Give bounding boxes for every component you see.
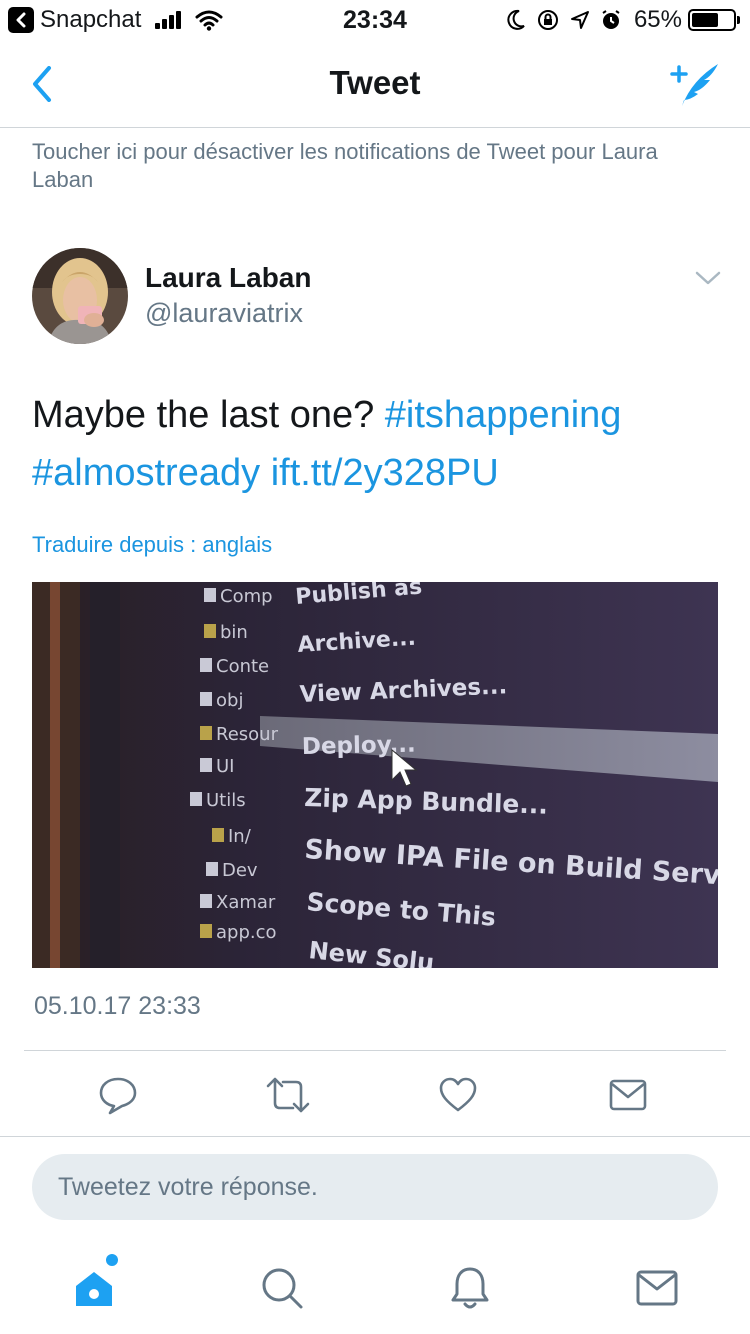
ide-folder-icon xyxy=(200,692,212,706)
direct-message-icon[interactable] xyxy=(603,1070,653,1120)
ide-folder-icon xyxy=(200,894,212,908)
home-icon[interactable] xyxy=(64,1254,124,1318)
notifications-icon[interactable] xyxy=(440,1258,500,1318)
retweet-icon[interactable] xyxy=(263,1070,313,1120)
ide-sidebar-item: app.co xyxy=(216,922,277,943)
avatar[interactable] xyxy=(32,248,128,344)
ide-sidebar-item: Utils xyxy=(206,790,246,811)
nav-bar: Tweet xyxy=(0,40,750,128)
ide-sidebar-item: obj xyxy=(216,690,243,711)
ide-sidebar-item: Conte xyxy=(216,656,269,677)
page-title: Tweet xyxy=(329,64,421,101)
messages-icon[interactable] xyxy=(627,1258,687,1318)
rotation-lock-icon xyxy=(537,10,558,30)
ide-sidebar-item: UI xyxy=(216,756,234,777)
moon-icon xyxy=(507,9,525,30)
ide-folder-icon xyxy=(206,862,218,876)
url-link[interactable]: ift.tt/2y328PU xyxy=(271,452,499,494)
tweet-author: Laura Laban @lauraviatrix xyxy=(32,248,722,344)
chevron-down-icon[interactable] xyxy=(694,268,722,288)
reply-input[interactable]: Tweetez votre réponse. xyxy=(32,1154,718,1220)
like-icon[interactable] xyxy=(433,1070,483,1120)
ide-folder-icon xyxy=(204,588,216,602)
ide-folder-icon xyxy=(200,924,212,938)
ide-folder-icon xyxy=(200,726,212,740)
ide-sidebar-item: Xamar xyxy=(216,892,276,913)
reply-icon[interactable] xyxy=(93,1070,143,1120)
translate-link[interactable]: Traduire depuis : anglais xyxy=(32,532,272,558)
reply-placeholder: Tweetez votre réponse. xyxy=(58,1173,318,1201)
tab-bar xyxy=(0,1240,750,1334)
ide-folder-icon xyxy=(200,658,212,672)
status-bar: Snapchat 23:34 65% xyxy=(0,0,750,40)
search-icon[interactable] xyxy=(252,1258,312,1318)
tweet-timestamp: 05.10.17 23:33 xyxy=(34,992,201,1020)
ide-sidebar-item: Dev xyxy=(222,860,258,881)
tweet-actions xyxy=(0,1070,750,1120)
unread-dot xyxy=(106,1254,118,1266)
ide-folder-icon xyxy=(204,624,216,638)
ide-sidebar-item: Comp xyxy=(220,586,273,607)
tweet-detail-screen: Snapchat 23:34 65% Tweet Toucher ici pou… xyxy=(0,0,750,1334)
author-handle[interactable]: @lauraviatrix xyxy=(145,298,303,329)
divider xyxy=(24,1050,726,1051)
hashtag-link[interactable]: #itshappening xyxy=(385,394,622,436)
alarm-icon xyxy=(602,10,620,29)
compose-tweet-icon[interactable] xyxy=(668,58,724,110)
hashtag-link[interactable]: #almostready xyxy=(32,452,260,494)
tweet-text: Maybe the last one? #itshappening #almos… xyxy=(32,386,722,502)
ide-sidebar-item: In/ xyxy=(228,826,252,847)
ide-folder-icon xyxy=(200,758,212,772)
battery-percentage: 65% xyxy=(633,6,682,33)
ide-sidebar-item: Resour xyxy=(216,724,279,745)
tweet-body: Maybe the last one? xyxy=(32,394,375,436)
ide-folder-icon xyxy=(212,828,224,842)
author-name[interactable]: Laura Laban xyxy=(145,262,311,294)
battery-icon xyxy=(688,9,740,31)
tweet-image[interactable]: Comp bin Conte obj Resour UI Utils In/Dev Xamar a… xyxy=(32,582,718,968)
notification-toggle-banner[interactable]: Toucher ici pour désactiver les notifica… xyxy=(32,138,722,194)
status-right: 65% xyxy=(496,6,740,34)
battery-fill xyxy=(692,13,718,27)
ide-folder-icon xyxy=(190,792,202,806)
divider xyxy=(0,1136,750,1137)
ide-sidebar-item: bin xyxy=(220,622,248,643)
location-icon xyxy=(570,11,589,29)
